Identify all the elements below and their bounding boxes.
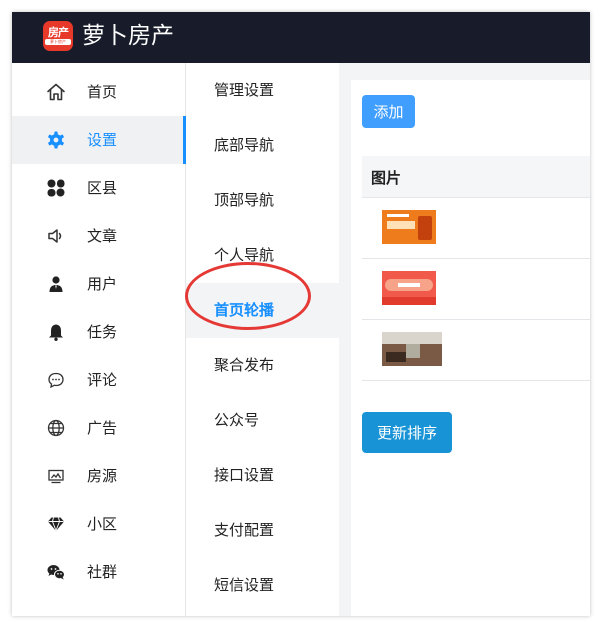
sidebar-item-tasks[interactable]: 任务 (12, 308, 185, 356)
app-logo[interactable]: 房产 萝卜房产 (43, 21, 73, 51)
sidebar-item-ads[interactable]: 广告 (12, 404, 185, 452)
subnav-item-label: 首页轮播 (214, 301, 275, 319)
interior-room-thumbnail[interactable] (382, 332, 442, 366)
sidebar-item-settings[interactable]: 设置 (12, 116, 186, 164)
column-header-image: 图片 (371, 169, 402, 187)
thumbnail-detail (382, 297, 436, 305)
table-row[interactable] (362, 320, 590, 381)
globe-icon (46, 418, 66, 438)
subnav-item-personal-nav[interactable]: 个人导航 (186, 228, 339, 283)
sidebar-item-label: 评论 (87, 371, 118, 389)
subnav-item-aggregate-publish[interactable]: 聚合发布 (186, 338, 339, 393)
table-row[interactable] (362, 259, 590, 320)
thumbnail-detail (406, 344, 420, 358)
update-order-button[interactable]: 更新排序 (362, 412, 452, 453)
sidebar-item-label: 设置 (87, 131, 118, 149)
subnav-item-top-nav[interactable]: 顶部导航 (186, 173, 339, 228)
thumbnail-detail (418, 216, 432, 240)
thumbnail-detail (386, 352, 406, 362)
chat-bubble-icon (46, 370, 66, 390)
subnav-item-api-settings[interactable]: 接口设置 (186, 448, 339, 503)
subnav-item-label: 短信设置 (214, 576, 275, 594)
sidebar-item-label: 文章 (87, 227, 118, 245)
settings-subnav: 管理设置 底部导航 顶部导航 个人导航 首页轮播 聚合发布 公众号 接口设置 支… (186, 63, 339, 616)
top-header: 房产 萝卜房产 萝卜房产 (12, 12, 590, 63)
sidebar-item-label: 任务 (87, 323, 118, 341)
bell-icon (46, 322, 66, 342)
grid-icon (46, 178, 66, 198)
sidebar-item-listings[interactable]: 房源 (12, 452, 185, 500)
sidebar-item-label: 广告 (87, 419, 118, 437)
home-icon (46, 82, 66, 102)
sidebar-item-label: 社群 (87, 563, 118, 581)
subnav-item-label: 顶部导航 (214, 191, 275, 209)
app-title: 萝卜房产 (82, 23, 174, 49)
sidebar-item-communities[interactable]: 小区 (12, 500, 185, 548)
subnav-item-bottom-nav[interactable]: 底部导航 (186, 118, 339, 173)
subnav-item-label: 公众号 (214, 411, 260, 429)
diamond-icon (46, 514, 66, 534)
monitor-icon (46, 466, 66, 486)
add-button[interactable]: 添加 (362, 95, 415, 128)
table-header: 图片 (362, 156, 590, 198)
subnav-item-home-carousel[interactable]: 首页轮播 (186, 283, 339, 338)
sidebar-item-home[interactable]: 首页 (12, 68, 185, 116)
thumbnail-detail (382, 332, 442, 344)
subnav-item-payment-config[interactable]: 支付配置 (186, 503, 339, 558)
subnav-item-label: 支付配置 (214, 521, 275, 539)
sidebar-item-label: 小区 (87, 515, 118, 533)
subnav-item-label: 个人导航 (214, 246, 275, 264)
red-banner-thumbnail[interactable] (382, 271, 436, 305)
sidebar-item-articles[interactable]: 文章 (12, 212, 185, 260)
sidebar-item-comments[interactable]: 评论 (12, 356, 185, 404)
subnav-item-label: 管理设置 (214, 81, 275, 99)
thumbnail-detail (387, 221, 415, 229)
orange-banner-thumbnail[interactable] (382, 210, 436, 244)
subnav-item-sms-settings[interactable]: 短信设置 (186, 558, 339, 613)
thumbnail-detail (387, 214, 409, 217)
gear-icon (46, 130, 66, 150)
wechat-icon (46, 562, 66, 582)
subnav-item-management-settings[interactable]: 管理设置 (186, 63, 339, 118)
sidebar-item-label: 用户 (87, 275, 118, 293)
user-icon (46, 274, 66, 294)
speaker-icon (46, 226, 66, 246)
carousel-content-panel: 添加 图片 更新排序 (351, 80, 590, 616)
subnav-item-label: 底部导航 (214, 136, 275, 154)
sidebar: 首页 设置 区县 文章 用户 任务 评论 广告 房源 小区 社群 (12, 63, 186, 616)
app-window: 房产 萝卜房产 萝卜房产 首页 设置 区县 文章 用户 任务 评论 广告 房源 … (12, 12, 590, 616)
sidebar-item-label: 首页 (87, 83, 118, 101)
subnav-item-official-account[interactable]: 公众号 (186, 393, 339, 448)
logo-text: 房产 (48, 26, 69, 39)
sidebar-item-label: 房源 (87, 467, 118, 485)
subnav-item-label: 聚合发布 (214, 356, 275, 374)
table-row[interactable] (362, 198, 590, 259)
sidebar-item-users[interactable]: 用户 (12, 260, 185, 308)
thumbnail-detail (398, 283, 420, 287)
subnav-item-label: 接口设置 (214, 466, 275, 484)
sidebar-item-label: 区县 (87, 179, 118, 197)
sidebar-item-social-groups[interactable]: 社群 (12, 548, 185, 596)
logo-subtext: 萝卜房产 (45, 39, 71, 45)
sidebar-item-districts[interactable]: 区县 (12, 164, 185, 212)
